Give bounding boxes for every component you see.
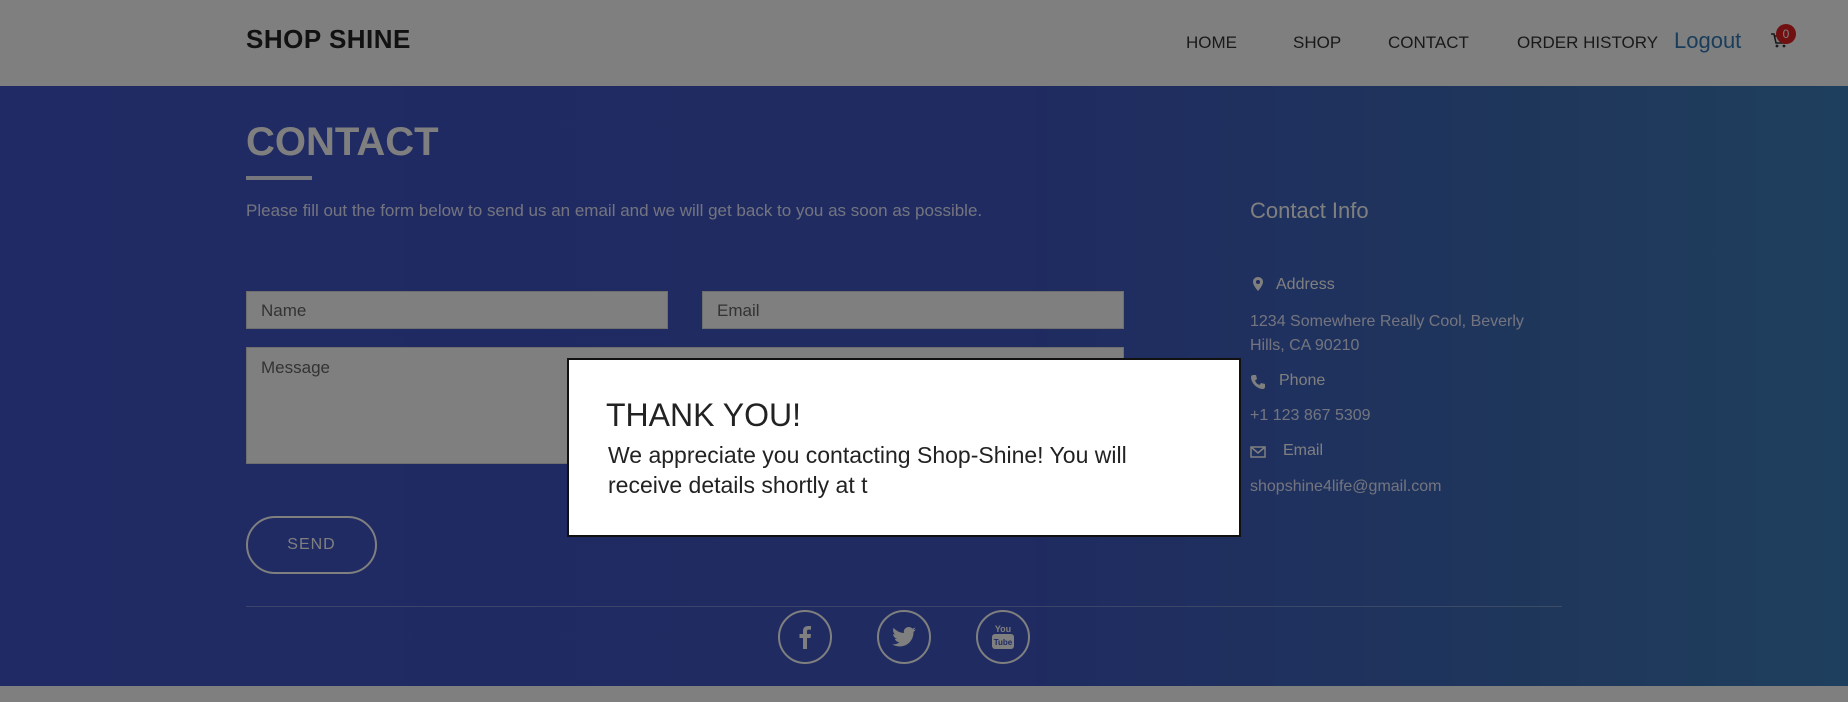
modal-backdrop[interactable] xyxy=(0,0,1848,702)
modal-message: We appreciate you contacting Shop-Shine!… xyxy=(608,442,1127,498)
modal-title: THANK YOU! xyxy=(606,397,801,433)
thank-you-modal: THANK YOU! We appreciate you contacting … xyxy=(567,358,1241,537)
